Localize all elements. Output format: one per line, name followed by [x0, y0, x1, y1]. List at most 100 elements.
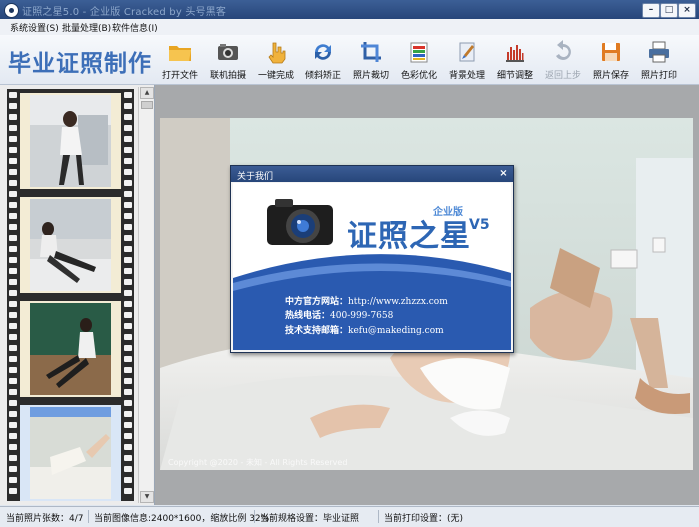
- one-click-button[interactable]: 一键完成: [251, 40, 301, 81]
- film-sprocket-hole: [9, 367, 17, 373]
- version-label: V5: [469, 217, 490, 233]
- histogram-icon: [506, 45, 524, 62]
- film-sprocket-hole: [124, 477, 132, 483]
- minimize-button[interactable]: –: [642, 3, 660, 18]
- film-sprocket-hole: [9, 103, 17, 109]
- film-sprocket-hole: [124, 158, 132, 164]
- website-label: 中方官方网站：: [285, 297, 349, 307]
- film-sprocket-hole: [9, 235, 17, 241]
- film-sprocket-hole: [124, 169, 132, 175]
- film-sprocket-hole: [124, 411, 132, 417]
- film-sprocket-hole: [124, 301, 132, 307]
- about-dialog: 关于我们 × 企业版 证照之星 V5 中方官方网站：http://www.zhz…: [230, 165, 514, 353]
- color-optimize-button[interactable]: 色彩优化: [394, 40, 444, 81]
- toolbar: 毕业证照制作 打开文件 联机拍摄 一键完成 倾斜矫正 照片裁切 色彩优化 背景处…: [0, 35, 699, 85]
- detail-adjust-label: 细节调整: [496, 71, 533, 81]
- film-sprocket-hole: [9, 433, 17, 439]
- scroll-up-arrow[interactable]: ▲: [140, 87, 154, 99]
- phone-label: 热线电话：: [285, 311, 331, 321]
- thumbnail-image: [30, 199, 111, 291]
- status-image-info: 当前图像信息:2400*1600，缩放比例 32%: [94, 514, 270, 524]
- scroll-thumb[interactable]: [141, 101, 153, 109]
- photo-save-button[interactable]: 照片保存: [586, 40, 636, 81]
- tethered-shoot-button[interactable]: 联机拍摄: [203, 40, 253, 81]
- film-sprocket-hole: [124, 312, 132, 318]
- film-sprocket-hole: [9, 301, 17, 307]
- film-sprocket-hole: [9, 334, 17, 340]
- photo-print-label: 照片打印: [640, 71, 677, 81]
- film-sprocket-hole: [124, 224, 132, 230]
- photo-print-button[interactable]: 照片打印: [634, 40, 684, 81]
- open-file-button[interactable]: 打开文件: [155, 40, 205, 81]
- film-sprocket-hole: [9, 279, 17, 285]
- thumbnail-image: [30, 95, 111, 187]
- photo-crop-button[interactable]: 照片裁切: [346, 40, 396, 81]
- film-sprocket-hole: [124, 180, 132, 186]
- undo-label: 返回上步: [544, 71, 581, 81]
- email-line: 技术支持邮箱：kefu@makeding.com: [285, 323, 444, 336]
- film-sprocket-hole: [9, 400, 17, 406]
- dialog-body: 企业版 证照之星 V5 中方官方网站：http://www.zhzzx.com …: [233, 183, 511, 350]
- film-sprocket-hole: [124, 268, 132, 274]
- dialog-title-bar: 关于我们 ×: [231, 166, 513, 182]
- camera-icon: [218, 44, 238, 60]
- dialog-title: 关于我们: [237, 172, 274, 182]
- color-optimize-label: 色彩优化: [400, 71, 437, 81]
- film-sprocket-hole: [124, 356, 132, 362]
- film-sprocket-hole: [9, 444, 17, 450]
- film-sprocket-hole: [124, 213, 132, 219]
- film-sprocket-hole: [124, 257, 132, 263]
- status-print: 当前打印设置：(无): [384, 514, 464, 524]
- film-sprocket-hole: [9, 488, 17, 494]
- film-sprocket-hole: [9, 290, 17, 296]
- tilt-correct-button[interactable]: 倾斜矫正: [298, 40, 348, 81]
- film-sprocket-hole: [9, 202, 17, 208]
- thumbnail-2[interactable]: [20, 197, 121, 293]
- thumbnail-4-selected[interactable]: [20, 405, 121, 501]
- photo-crop-label: 照片裁切: [352, 71, 389, 81]
- menu-software-info[interactable]: 软件信息(I): [112, 21, 158, 34]
- film-sprocket-hole: [9, 169, 17, 175]
- film-sprocket-hole: [9, 312, 17, 318]
- email-value[interactable]: kefu@makeding.com: [348, 326, 444, 336]
- film-sprocket-hole: [124, 136, 132, 142]
- background-process-button[interactable]: 背景处理: [442, 40, 492, 81]
- film-sprocket-hole: [124, 444, 132, 450]
- scroll-down-arrow[interactable]: ▼: [140, 491, 154, 503]
- film-sprocket-hole: [9, 268, 17, 274]
- film-sprocket-hole: [9, 257, 17, 263]
- thumbnail-3[interactable]: [20, 301, 121, 397]
- maximize-button[interactable]: □: [660, 3, 678, 18]
- film-sprocket-hole: [9, 477, 17, 483]
- film-sprocket-hole: [124, 103, 132, 109]
- menu-batch-process[interactable]: 批量处理(B): [62, 21, 111, 34]
- undo-button[interactable]: 返回上步: [538, 40, 588, 81]
- film-sprocket-hole: [124, 125, 132, 131]
- tethered-shoot-label: 联机拍摄: [209, 71, 246, 81]
- film-sprocket-hole: [124, 114, 132, 120]
- app-icon[interactable]: [4, 3, 19, 18]
- thumbnail-scrollbar[interactable]: ▲ ▼: [138, 87, 154, 503]
- photo-watermark: Copyright @2020 - 未知 - All Rights Reserv…: [168, 458, 348, 467]
- menu-system-settings[interactable]: 系统设置(S): [10, 21, 59, 34]
- film-sprocket-hole: [9, 158, 17, 164]
- film-sprocket-hole: [9, 114, 17, 120]
- dialog-close-button[interactable]: ×: [498, 168, 509, 179]
- printer-icon: [649, 41, 669, 63]
- film-sprocket-hole: [9, 455, 17, 461]
- one-click-label: 一键完成: [257, 71, 294, 81]
- filmstrip: [7, 89, 134, 501]
- product-name: 证照之星: [347, 219, 471, 254]
- film-sprocket-hole: [124, 378, 132, 384]
- menu-bar: 系统设置(S) 批量处理(B) 软件信息(I): [0, 19, 699, 35]
- film-sprocket-hole: [9, 323, 17, 329]
- camera-logo-icon: [267, 199, 333, 245]
- film-sprocket-hole: [9, 147, 17, 153]
- film-sprocket-hole: [124, 433, 132, 439]
- detail-adjust-button[interactable]: 细节调整: [490, 40, 540, 81]
- film-sprocket-hole: [9, 191, 17, 197]
- thumbnail-1[interactable]: [20, 93, 121, 189]
- close-button[interactable]: ×: [678, 3, 696, 18]
- website-value[interactable]: http://www.zhzzx.com: [348, 297, 448, 307]
- phone-line: 热线电话：400-999-7658: [285, 308, 393, 321]
